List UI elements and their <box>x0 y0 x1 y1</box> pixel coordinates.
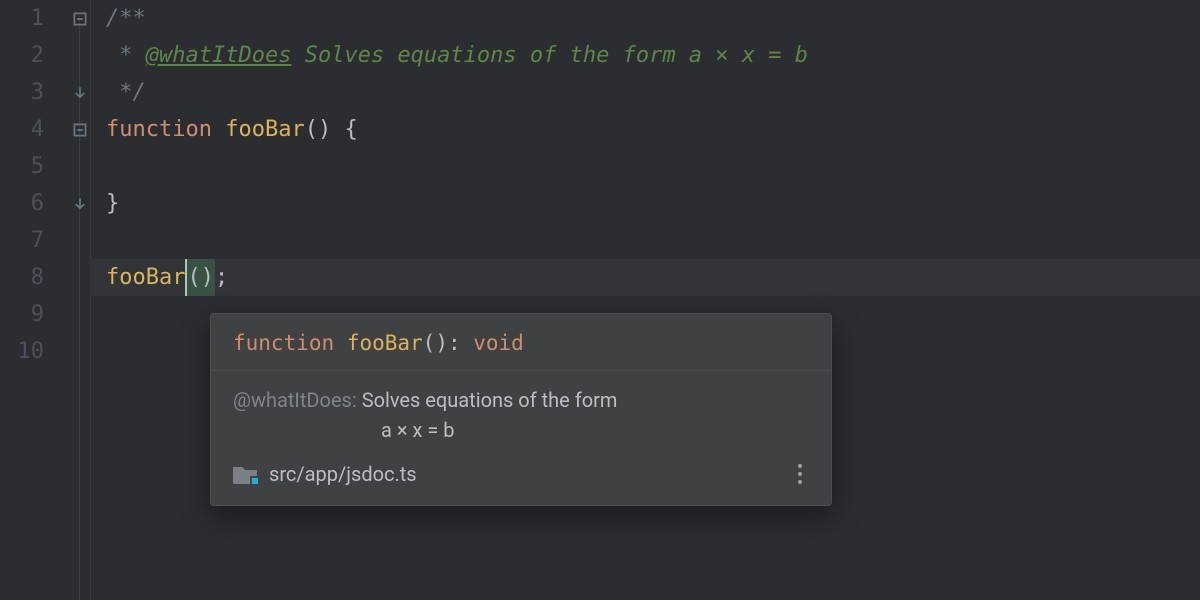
jsdoc-open: /** <box>106 6 146 31</box>
tooltip-doc-text: a × x = b <box>381 418 455 442</box>
call-name: fooBar <box>106 265 185 290</box>
tooltip-source-row[interactable]: src/app/jsdoc.ts <box>211 453 831 505</box>
line-number: 4 <box>0 111 44 148</box>
line-number: 2 <box>0 37 44 74</box>
line-number: 1 <box>0 0 44 37</box>
fold-end-icon[interactable] <box>72 196 88 212</box>
jsdoc-tag: @whatItDoes <box>146 43 292 68</box>
tooltip-doc-text: Solves equations of the form <box>362 388 618 412</box>
kebab-menu-icon[interactable] <box>791 464 809 484</box>
line-number: 5 <box>0 148 44 185</box>
editor-caret: () <box>185 259 215 296</box>
tooltip-signature: function fooBar(): void <box>211 314 831 371</box>
code-line-active[interactable]: fooBar(); <box>90 259 1200 296</box>
code-line[interactable]: } <box>106 185 1200 222</box>
line-number: 8 <box>0 259 44 296</box>
sig-name: fooBar <box>347 331 423 355</box>
code-line[interactable]: */ <box>106 74 1200 111</box>
line-number-gutter: 1 2 3 4 5 6 7 8 9 10 <box>0 0 56 600</box>
sig-punct: (): <box>423 331 474 355</box>
fold-end-icon[interactable] <box>72 85 88 101</box>
jsdoc-prefix: * <box>106 43 146 68</box>
tooltip-source-path: src/app/jsdoc.ts <box>269 459 417 489</box>
code-line[interactable]: function fooBar() { <box>106 111 1200 148</box>
tooltip-doc: @whatItDoes: Solves equations of the for… <box>211 371 831 453</box>
keyword-function: function <box>106 117 212 142</box>
function-name: fooBar <box>225 117 304 142</box>
fold-guide-line <box>79 16 80 600</box>
code-line[interactable]: * @whatItDoes Solves equations of the fo… <box>106 37 1200 74</box>
sig-keyword: function <box>233 331 334 355</box>
code-line[interactable]: /** <box>106 0 1200 37</box>
code-line[interactable] <box>106 148 1200 185</box>
code-line[interactable] <box>106 222 1200 259</box>
punct: () { <box>305 117 358 142</box>
line-number: 6 <box>0 185 44 222</box>
folder-icon <box>233 464 257 484</box>
code-editor[interactable]: 1 2 3 4 5 6 7 8 9 10 /** * @whatItDoes S… <box>0 0 1200 600</box>
line-number: 3 <box>0 74 44 111</box>
jsdoc-close: */ <box>106 80 146 105</box>
line-number: 7 <box>0 222 44 259</box>
tooltip-doc-tag: @whatItDoes: <box>233 388 357 412</box>
jsdoc-text: Solves equations of the form a × x = b <box>291 43 808 68</box>
fold-column <box>56 0 90 600</box>
line-number: 9 <box>0 296 44 333</box>
sig-return-type: void <box>473 331 524 355</box>
punct: ; <box>215 265 228 290</box>
quick-doc-tooltip: function fooBar(): void @whatItDoes: Sol… <box>210 313 832 506</box>
punct: } <box>106 191 119 216</box>
code-area[interactable]: /** * @whatItDoes Solves equations of th… <box>90 0 1200 600</box>
line-number: 10 <box>0 333 44 370</box>
fold-toggle-icon[interactable] <box>72 11 88 27</box>
fold-toggle-icon[interactable] <box>72 122 88 138</box>
